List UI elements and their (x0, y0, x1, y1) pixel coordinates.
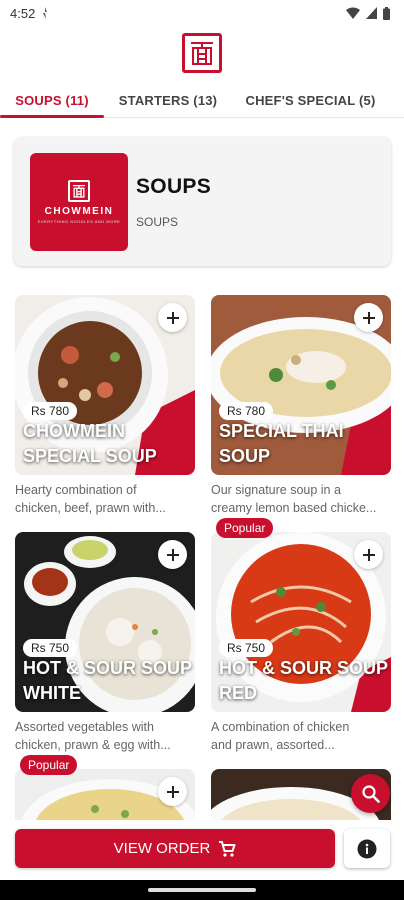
tab-starters[interactable]: STARTERS (13) (104, 84, 232, 116)
add-icon (166, 785, 179, 798)
item-description-line: Hearty combination of (15, 483, 137, 497)
category-tabs: SOUPS (11) STARTERS (13) CHEF'S SPECIAL … (0, 84, 404, 118)
search-icon (361, 784, 380, 803)
item-name-line: RED (219, 683, 258, 703)
popular-badge: Popular (216, 518, 274, 538)
item-name-line: SPECIAL SOUP (23, 446, 157, 466)
system-navigation-bar (0, 880, 404, 900)
item-description-line: A combination of chicken (211, 720, 350, 734)
item-description: A combination of chicken and prawn, asso… (211, 718, 391, 754)
add-to-order-button[interactable] (158, 777, 187, 806)
view-order-label: VIEW ORDER (113, 840, 211, 857)
logo-icon (182, 33, 222, 73)
category-subtitle: SOUPS (136, 214, 179, 229)
item-description: Hearty combination of chicken, beef, pra… (15, 481, 195, 517)
category-thumbnail: CHOWMEIN EVERYTHING NOODLES AND MORE (30, 152, 128, 251)
brand-tagline: EVERYTHING NOODLES AND MORE (37, 218, 121, 224)
item-image[interactable]: Rs 750 HOT & SOUR SOUP RED (211, 532, 391, 712)
notification-icon (43, 7, 48, 19)
item-name-line: HOT & SOUR SOUP (23, 658, 193, 678)
add-to-order-button[interactable] (354, 303, 383, 332)
item-price: Rs 780 (219, 402, 274, 420)
tab-chefs-special[interactable]: CHEF'S SPECIAL (5) (232, 84, 389, 116)
add-to-order-button[interactable] (354, 540, 383, 569)
item-name: HOT & SOUR SOUP RED (219, 656, 389, 706)
item-description: Assorted vegetables with chicken, prawn … (15, 718, 195, 754)
item-price: Rs 750 (219, 639, 274, 657)
info-button[interactable] (344, 829, 390, 868)
cart-icon (219, 840, 236, 857)
menu-item-card[interactable]: Rs 780 CHOWMEIN SPECIAL SOUP Hearty comb… (15, 295, 195, 517)
brand-logo-icon (68, 179, 90, 202)
item-name: HOT & SOUR SOUP WHITE (23, 656, 193, 706)
item-name-line: SPECIAL THAI (219, 421, 344, 441)
item-name-line: CHOWMEIN (23, 421, 125, 441)
item-description-line: chicken, beef, prawn with... (15, 501, 166, 515)
menu-item-card[interactable]: Rs 750 HOT & SOUR SOUP WHITE Assorted ve… (15, 532, 195, 754)
item-image[interactable]: Rs 750 HOT & SOUR SOUP WHITE (15, 532, 195, 712)
signal-icon (366, 7, 377, 19)
item-price: Rs 780 (23, 402, 78, 420)
tab-soups[interactable]: SOUPS (11) (0, 84, 104, 118)
menu-item-card[interactable]: Rs 780 SPECIAL THAI SOUP Our signature s… (211, 295, 391, 517)
add-icon (362, 548, 375, 561)
add-to-order-button[interactable] (158, 540, 187, 569)
item-image[interactable]: Rs 780 SPECIAL THAI SOUP (211, 295, 391, 475)
brand-name: CHOWMEIN (44, 205, 114, 217)
battery-icon (383, 6, 390, 20)
popular-badge: Popular (20, 755, 78, 775)
status-time: 4:52 (10, 5, 36, 21)
item-description-line: Our signature soup in a (211, 483, 341, 497)
bottom-action-bar: VIEW ORDER (0, 820, 404, 880)
item-description-line: creamy lemon based chicke... (211, 501, 377, 515)
status-bar: 4:52 (0, 0, 404, 26)
item-description-line: and prawn, assorted... (211, 738, 335, 752)
item-description: Our signature soup in a creamy lemon bas… (211, 481, 391, 517)
menu-item-card[interactable]: Rs 750 HOT & SOUR SOUP RED A combination… (211, 532, 391, 754)
add-to-order-button[interactable] (158, 303, 187, 332)
add-icon (166, 311, 179, 324)
item-image[interactable]: Rs 780 CHOWMEIN SPECIAL SOUP (15, 295, 195, 475)
item-price: Rs 750 (23, 639, 78, 657)
view-order-button[interactable]: VIEW ORDER (15, 829, 335, 868)
category-header-card: CHOWMEIN EVERYTHING NOODLES AND MORE SOU… (14, 137, 391, 266)
item-name-line: HOT & SOUR SOUP (219, 658, 389, 678)
item-description-line: Assorted vegetables with (15, 720, 154, 734)
category-title: SOUPS (136, 174, 212, 198)
item-name: SPECIAL THAI SOUP (219, 419, 389, 469)
item-description-line: chicken, prawn & egg with... (15, 738, 171, 752)
search-button[interactable] (351, 774, 390, 813)
item-name-line: WHITE (23, 683, 81, 703)
home-gesture-handle[interactable] (148, 888, 256, 892)
wifi-icon (346, 7, 360, 19)
item-name-line: SOUP (219, 446, 271, 466)
add-icon (362, 311, 375, 324)
info-icon (357, 839, 377, 858)
item-name: CHOWMEIN SPECIAL SOUP (23, 419, 193, 469)
add-icon (166, 548, 179, 561)
